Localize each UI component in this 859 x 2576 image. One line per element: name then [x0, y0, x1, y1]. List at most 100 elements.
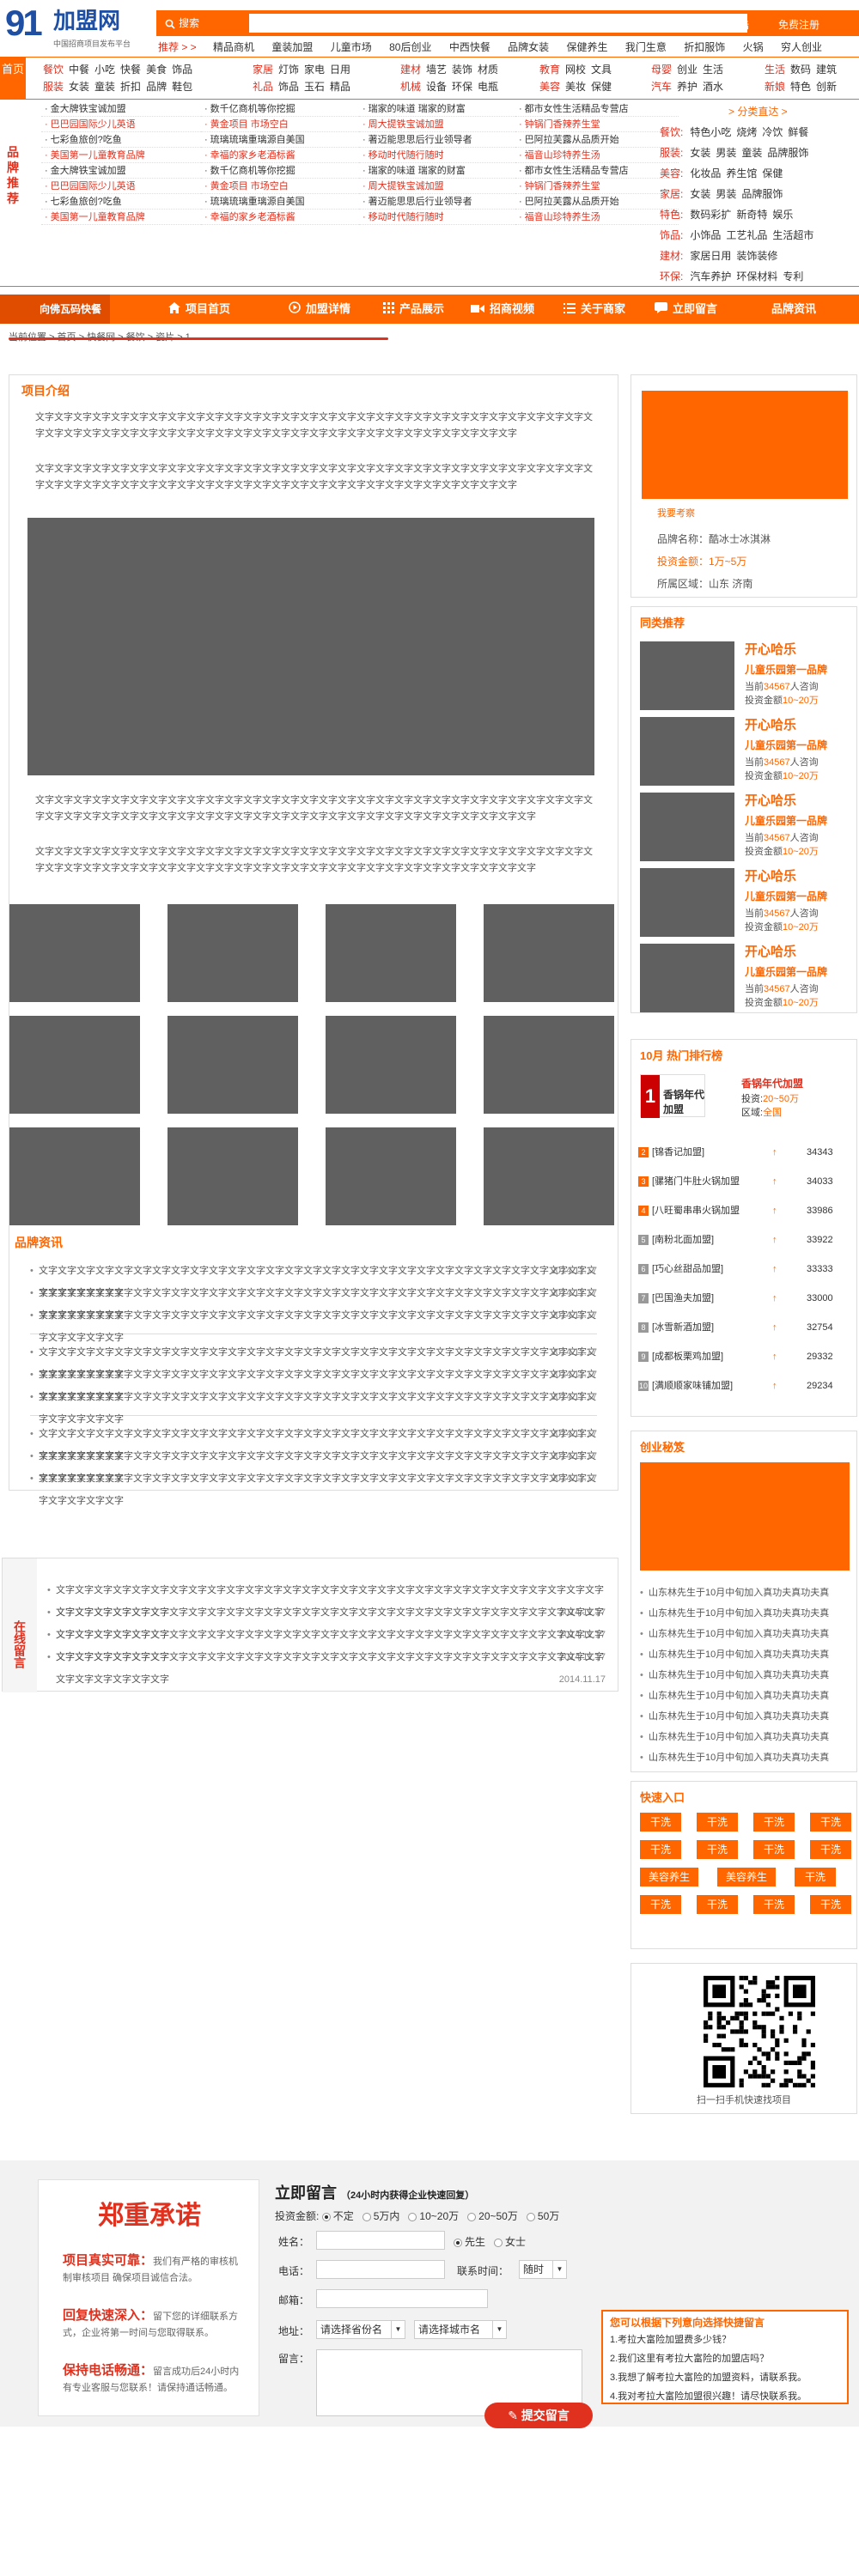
brand-link[interactable]: 都市女性生活精品专营店: [515, 163, 679, 179]
category-item[interactable]: 男装: [716, 188, 736, 200]
brand-link[interactable]: 琉璃琉璃重璃源自美国: [201, 132, 364, 148]
category-key[interactable]: 汽车: [651, 81, 672, 93]
news-item[interactable]: 文字文字文字文字文字文字文字文字文字文字文字文字文字文字文字文字文字文字文字文字…: [30, 1260, 597, 1298]
nav-franchise-details[interactable]: 加盟详情: [289, 295, 350, 324]
startup-tip-item[interactable]: 山东林先生于10月中旬加入真功夫真功夫真: [640, 1603, 850, 1624]
ranking-item[interactable]: 8 [冰雪新酒加盟] ↑ 32754: [638, 1316, 851, 1339]
category-item[interactable]: 中餐: [69, 64, 89, 76]
product-thumbnail[interactable]: [326, 1127, 456, 1225]
ranking-item[interactable]: 5 [南粉北面加盟] ↑ 33922: [638, 1229, 851, 1251]
message-item[interactable]: 文字文字文字文字文字文字文字文字文字文字文字文字文字文字文字文字文字文字文字文字…: [47, 1601, 606, 1640]
brand-link[interactable]: 巴阿拉芙露从品质开始: [515, 194, 679, 210]
category-item[interactable]: 品牌服饰: [741, 188, 783, 200]
category-item[interactable]: 女装: [690, 147, 710, 159]
category-item[interactable]: 玉石: [304, 81, 325, 93]
brand-link[interactable]: 黄金项目 市场空白: [201, 117, 364, 132]
category-item[interactable]: 灯饰: [278, 64, 299, 76]
quick-entry-button[interactable]: 美容养生: [640, 1868, 698, 1886]
invest-option[interactable]: 10~20万: [408, 2210, 459, 2222]
nav-leave-message[interactable]: 立即留言: [655, 295, 717, 324]
phone-field[interactable]: [316, 2260, 445, 2279]
gender-male[interactable]: 先生: [454, 2236, 485, 2248]
product-thumbnail[interactable]: [168, 1127, 298, 1225]
brand-link[interactable]: 黄金项目 市场空白: [201, 179, 364, 194]
category-key[interactable]: 机械: [400, 81, 421, 93]
message-item[interactable]: 文字文字文字文字文字文字文字文字文字文字文字文字文字文字文字文字文字文字文字文字…: [47, 1624, 606, 1662]
category-item[interactable]: 装饰: [452, 64, 472, 76]
nav-video[interactable]: 招商视频: [471, 295, 534, 324]
category-item[interactable]: 饰品: [278, 81, 299, 93]
category-key[interactable]: 礼品: [253, 81, 273, 93]
nav-brand-news[interactable]: 品牌资讯: [771, 295, 816, 324]
category-item[interactable]: 鞋包: [172, 81, 192, 93]
category-item[interactable]: 生活超市: [772, 229, 813, 241]
product-thumbnail[interactable]: [168, 1016, 298, 1114]
tip-option[interactable]: 3.我想了解考拉大富险的加盟资料，请联系我。: [610, 2370, 807, 2384]
quick-entry-button[interactable]: 干洗: [810, 1840, 851, 1859]
category-item[interactable]: 饰品: [172, 64, 192, 76]
city-select[interactable]: 请选择城市名 ▼: [414, 2320, 507, 2339]
recommend-item[interactable]: 穷人创业: [781, 41, 822, 53]
startup-tip-item[interactable]: 山东林先生于10月中旬加入真功夫真功夫真: [640, 1706, 850, 1727]
startup-tip-item[interactable]: 山东林先生于10月中旬加入真功夫真功夫真: [640, 1665, 850, 1686]
login-link[interactable]: 登陆: [728, 17, 749, 32]
product-thumbnail[interactable]: [168, 904, 298, 1002]
category-item[interactable]: 女装: [690, 188, 710, 200]
ranking-item[interactable]: 9 [成都板栗鸡加盟] ↑ 29332: [638, 1346, 851, 1368]
category-item[interactable]: 网校: [565, 64, 586, 76]
site-logo[interactable]: 91 加盟网 中国招商项目发布平台: [5, 5, 151, 50]
category-item[interactable]: 工艺礼品: [726, 229, 767, 241]
similar-item[interactable]: 开心哈乐 儿童乐园第一品牌 当前34567人咨询 投资金额10~20万: [640, 866, 850, 937]
category-item[interactable]: 美妆: [565, 81, 586, 93]
brand-link[interactable]: 钟锅门香辣养生堂: [515, 179, 679, 194]
invest-option[interactable]: 20~50万: [467, 2210, 518, 2222]
brand-link[interactable]: 巴阿拉芙露从品质开始: [515, 132, 679, 148]
startup-tip-item[interactable]: 山东林先生于10月中旬加入真功夫真功夫真: [640, 1727, 850, 1747]
category-item[interactable]: 创新: [816, 81, 837, 93]
name-field[interactable]: [316, 2231, 445, 2250]
quick-entry-button[interactable]: 干洗: [810, 1813, 851, 1832]
brand-link[interactable]: 瑞家的味道 瑞家的财富: [359, 163, 522, 179]
quick-entry-button[interactable]: 干洗: [640, 1895, 681, 1914]
similar-item[interactable]: 开心哈乐 儿童乐园第一品牌 当前34567人咨询 投资金额10~20万: [640, 715, 850, 786]
category-item[interactable]: 数码: [790, 64, 811, 76]
nav-product-display[interactable]: 产品展示: [383, 295, 444, 324]
category-item[interactable]: 男装: [716, 147, 736, 159]
category-item[interactable]: 日用: [330, 64, 350, 76]
product-thumbnail[interactable]: [484, 1127, 614, 1225]
recommend-item[interactable]: 80后创业: [389, 41, 431, 53]
brand-link[interactable]: 数千亿商机等你挖掘: [201, 163, 364, 179]
news-item[interactable]: 文字文字文字文字文字文字文字文字文字文字文字文字文字文字文字文字文字文字文字文字…: [30, 1304, 597, 1343]
category-key[interactable]: 建材: [400, 64, 421, 76]
category-item[interactable]: 美食: [146, 64, 167, 76]
category-item[interactable]: 养生馆: [726, 167, 757, 179]
category-item[interactable]: 折扣: [120, 81, 141, 93]
brand-link[interactable]: 移动时代随行随时: [359, 210, 522, 225]
brand-link[interactable]: 周大提铁宝诚加盟: [359, 179, 522, 194]
recommend-item[interactable]: 保健养生: [567, 41, 608, 53]
brand-link[interactable]: 周大提铁宝诚加盟: [359, 117, 522, 132]
category-key[interactable]: 生活: [765, 64, 785, 76]
recommend-item[interactable]: 精品商机: [213, 41, 254, 53]
home-tab[interactable]: 首页: [0, 58, 26, 99]
news-item[interactable]: 文字文字文字文字文字文字文字文字文字文字文字文字文字文字文字文字文字文字文字文字…: [30, 1423, 597, 1461]
category-item[interactable]: 创业: [677, 64, 698, 76]
category-item[interactable]: 环保材料: [736, 270, 777, 283]
category-item[interactable]: 养护: [677, 81, 698, 93]
invest-option[interactable]: 5万内: [362, 2210, 399, 2222]
category-key[interactable]: 新娘: [765, 81, 785, 93]
category-direct-link[interactable]: > 分类直达 >: [660, 101, 859, 122]
category-key[interactable]: 家居: [253, 64, 273, 76]
register-link[interactable]: 免费注册: [778, 17, 819, 32]
brand-link[interactable]: 著迈能思思后行业领导者: [359, 132, 522, 148]
submit-message-button[interactable]: ✎ 提交留言: [484, 2403, 593, 2428]
quick-entry-button[interactable]: 干洗: [640, 1813, 681, 1832]
ranking-item[interactable]: 3 [骡猪门牛肚火锅加盟 ↑ 34033: [638, 1170, 851, 1193]
quick-entry-button[interactable]: 干洗: [697, 1840, 738, 1859]
news-item[interactable]: 文字文字文字文字文字文字文字文字文字文字文字文字文字文字文字文字文字文字文字文字…: [30, 1386, 597, 1425]
recommend-item[interactable]: 品牌女装: [508, 41, 549, 53]
category-item[interactable]: 精品: [330, 81, 350, 93]
brand-link[interactable]: 瑞家的味道 瑞家的财富: [359, 101, 522, 117]
category-item[interactable]: 保健: [762, 167, 783, 179]
top-brand-logo[interactable]: 1 香锅年代加盟: [640, 1074, 705, 1118]
